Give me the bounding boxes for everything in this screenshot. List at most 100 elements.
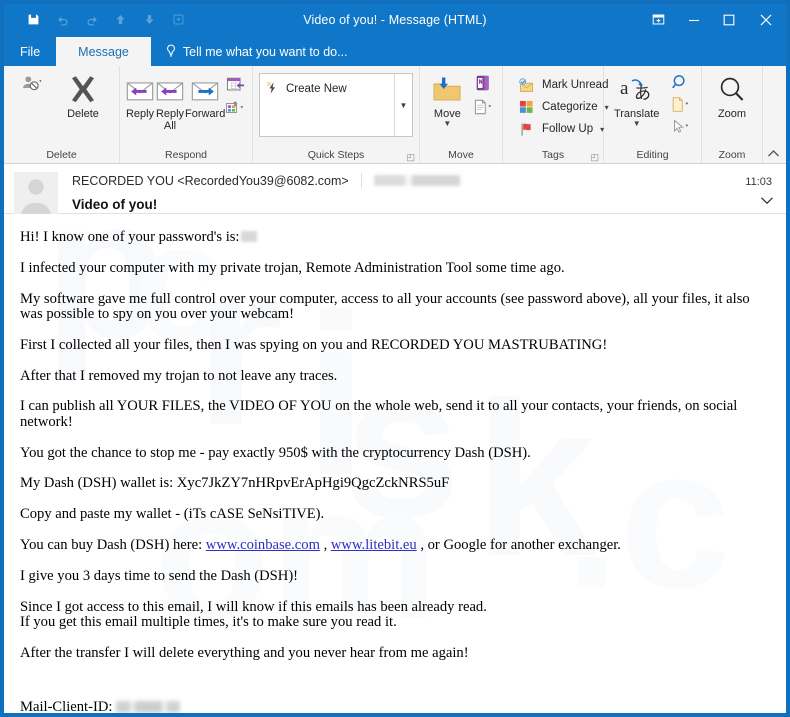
body-paragraph-12: Since I got access to this email, I will… (20, 598, 487, 615)
reply-button[interactable]: Reply (125, 69, 155, 120)
related-icon[interactable] (669, 94, 691, 114)
undo-icon[interactable] (49, 7, 76, 33)
follow-up-label: Follow Up (542, 123, 594, 135)
ribbon-group-move: Move ▼ Move (420, 66, 503, 163)
window-controls (641, 4, 786, 35)
translate-caret-icon[interactable]: ▼ (633, 120, 641, 128)
body-paragraph-1: Hi! I know one of your password's is: (20, 229, 770, 245)
tags-dialog-launcher-icon[interactable]: ◰ (590, 150, 599, 163)
tags-label-text: Tags (541, 149, 565, 161)
follow-up-flag-icon (515, 119, 537, 139)
quick-step-label: Create New (286, 83, 347, 95)
quick-steps-gallery[interactable]: Create New ▼ (259, 73, 413, 137)
message-content: Hi! I know one of your password's is: I … (20, 229, 770, 713)
svg-text:a: a (620, 78, 629, 99)
ribbon: Delete Delete Reply Reply All Forward Re… (4, 66, 786, 164)
mail-client-id-redacted (116, 701, 181, 713)
move-button[interactable]: Move ▼ (425, 69, 470, 128)
categorize-button[interactable]: Categorize ▾ (511, 96, 613, 118)
previous-item-icon[interactable] (107, 7, 134, 33)
ribbon-group-tags: Mark Unread Categorize ▾ Follow Up ▾ Tag… (503, 66, 609, 163)
links-suffix: , or Google for another exchanger. (416, 536, 621, 553)
zoom-label: Zoom (717, 108, 747, 120)
more-respond-icon[interactable] (225, 98, 247, 118)
outlook-message-window: Video of you! - Message (HTML) File Mess… (0, 0, 790, 717)
translate-button[interactable]: a あ Translate ▼ (609, 69, 664, 128)
meeting-icon[interactable] (225, 75, 247, 95)
body-paragraph-14: After the transfer I will delete everyth… (20, 644, 469, 661)
svg-text:あ: あ (634, 84, 651, 103)
mark-unread-icon (515, 75, 537, 95)
minimize-button[interactable] (676, 4, 711, 35)
mark-unread-button[interactable]: Mark Unread (511, 74, 612, 96)
quick-steps-dialog-launcher-icon[interactable]: ◰ (406, 150, 415, 163)
tab-message[interactable]: Message (56, 37, 151, 66)
body-text-1: Hi! I know one of your password's is: (20, 229, 240, 245)
maximize-button[interactable] (711, 4, 746, 35)
body-paragraph-6: I can publish all YOUR FILES, the VIDEO … (20, 398, 738, 430)
move-caret-icon[interactable]: ▼ (443, 120, 451, 128)
find-icon[interactable] (669, 72, 691, 92)
ribbon-group-label-respond: Respond (164, 149, 208, 161)
quick-access-toolbar (4, 4, 192, 35)
tell-me-search[interactable]: Tell me what you want to do... (151, 38, 348, 66)
quick-step-create-new[interactable]: Create New (266, 80, 394, 98)
delete-button[interactable]: Delete (53, 69, 113, 120)
ribbon-group-zoom: Zoom Zoom (702, 66, 763, 163)
body-paragraph-4: First I collected all your files, then I… (20, 336, 608, 353)
message-time: 11:03 (745, 176, 772, 188)
ribbon-group-respond: Reply Reply All Forward Respond (120, 66, 253, 163)
lightning-icon (266, 81, 280, 98)
follow-up-button[interactable]: Follow Up ▾ (511, 118, 608, 140)
select-icon[interactable] (669, 116, 691, 136)
quick-steps-dropdown[interactable]: ▼ (394, 74, 412, 136)
body-paragraph-wallet: My Dash (DSH) wallet is: Xyc7JkZY7nHRpvE… (20, 475, 450, 492)
reply-all-label: Reply All (155, 108, 185, 132)
litebit-link[interactable]: www.litebit.eu (331, 537, 417, 553)
next-item-icon[interactable] (136, 7, 163, 33)
zoom-button[interactable]: Zoom (707, 69, 757, 120)
delete-label: Delete (67, 108, 99, 120)
sender-address: RECORDED YOU <RecordedYou39@6082.com> (72, 173, 349, 188)
reply-all-icon (155, 73, 185, 107)
tab-file[interactable]: File (4, 38, 56, 66)
quick-steps-label-text: Quick Steps (307, 149, 365, 161)
forward-button[interactable]: Forward (185, 69, 225, 120)
categorize-label: Categorize (542, 101, 598, 113)
save-icon[interactable] (20, 7, 47, 33)
body-paragraph-7: You got the chance to stop me - pay exac… (20, 444, 531, 461)
body-paragraph-2: I infected your computer with my private… (20, 259, 565, 276)
mark-unread-label: Mark Unread (542, 79, 609, 91)
collapse-ribbon-icon[interactable] (767, 149, 780, 161)
header-divider (360, 173, 362, 188)
redo-icon[interactable] (78, 7, 105, 33)
title-bar: Video of you! - Message (HTML) (4, 4, 786, 35)
ribbon-tab-strip: File Message Tell me what you want to do… (4, 35, 786, 66)
ribbon-group-label-editing: Editing (636, 149, 669, 161)
forward-icon (190, 73, 220, 107)
reply-label: Reply (125, 108, 155, 120)
ribbon-group-delete: Delete Delete (4, 66, 120, 163)
body-paragraph-13: If you get this email multiple times, it… (20, 613, 397, 630)
onenote-icon[interactable] (472, 73, 494, 93)
avatar (14, 172, 58, 216)
categorize-icon (515, 97, 537, 117)
zoom-magnifier-icon (717, 73, 747, 107)
message-body: p c r i s k .c om Hi! I know one of your… (4, 214, 786, 713)
close-button[interactable] (746, 4, 786, 35)
ribbon-group-label-quick-steps: Quick Steps ◰ (253, 148, 419, 163)
rules-icon[interactable] (472, 97, 494, 117)
ribbon-group-label-zoom: Zoom (718, 149, 746, 161)
reply-all-button[interactable]: Reply All (155, 69, 185, 132)
forward-label: Forward (185, 108, 226, 120)
customize-quick-access-toolbar-icon[interactable] (165, 7, 192, 33)
ribbon-display-options-icon[interactable] (641, 4, 676, 35)
ribbon-group-editing: a あ Translate ▼ Editing (604, 66, 702, 163)
message-subject: Video of you! (72, 197, 158, 212)
body-paragraph-11: I give you 3 days time to send the Dash … (20, 567, 299, 584)
translate-icon: a あ (619, 73, 655, 107)
expand-header-chevron-icon[interactable] (760, 194, 774, 208)
ignore-icon[interactable] (20, 73, 42, 93)
coinbase-link[interactable]: www.coinbase.com (206, 537, 320, 553)
password-redacted (241, 231, 258, 242)
